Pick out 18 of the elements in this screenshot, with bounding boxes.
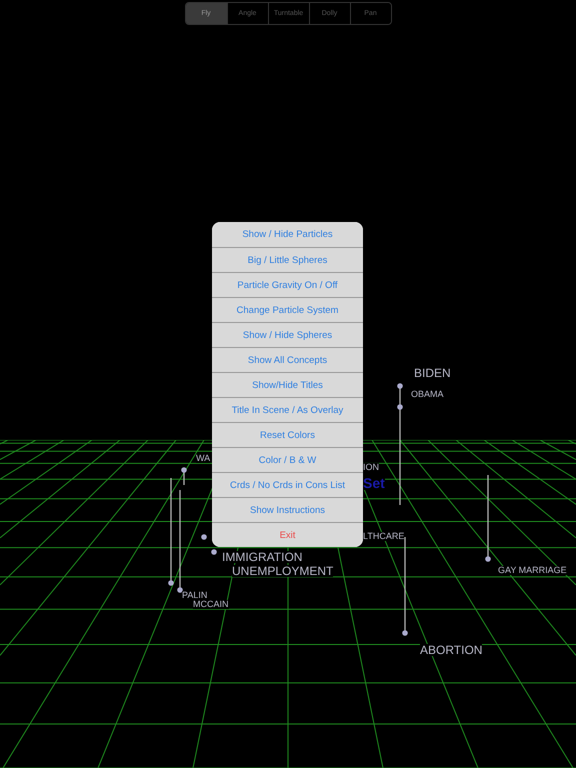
concept-label: OBAMA xyxy=(411,390,444,399)
concept-label: ABORTION xyxy=(420,644,482,656)
concept-label: LTHCARE xyxy=(363,532,404,541)
pin-marker-icon xyxy=(485,472,491,562)
concept-label: GAY MARRIAGE xyxy=(498,566,567,575)
concept-label: Set xyxy=(363,476,385,490)
concept-label: ION xyxy=(363,463,380,472)
concept-label: IMMIGRATION xyxy=(222,551,302,563)
concept-label: PALIN xyxy=(182,591,208,600)
concept-label: BIDEN xyxy=(414,367,451,379)
menu-item[interactable]: Exit xyxy=(212,522,363,547)
pin-marker-icon xyxy=(201,534,207,540)
pin-marker-icon xyxy=(168,475,174,586)
concept-label: MCCAIN xyxy=(193,600,228,609)
pin-marker-icon xyxy=(211,549,217,555)
concept-label: UNEMPLOYMENT xyxy=(232,565,334,577)
concept-label: WA xyxy=(196,454,210,463)
pin-marker-icon xyxy=(402,534,408,636)
